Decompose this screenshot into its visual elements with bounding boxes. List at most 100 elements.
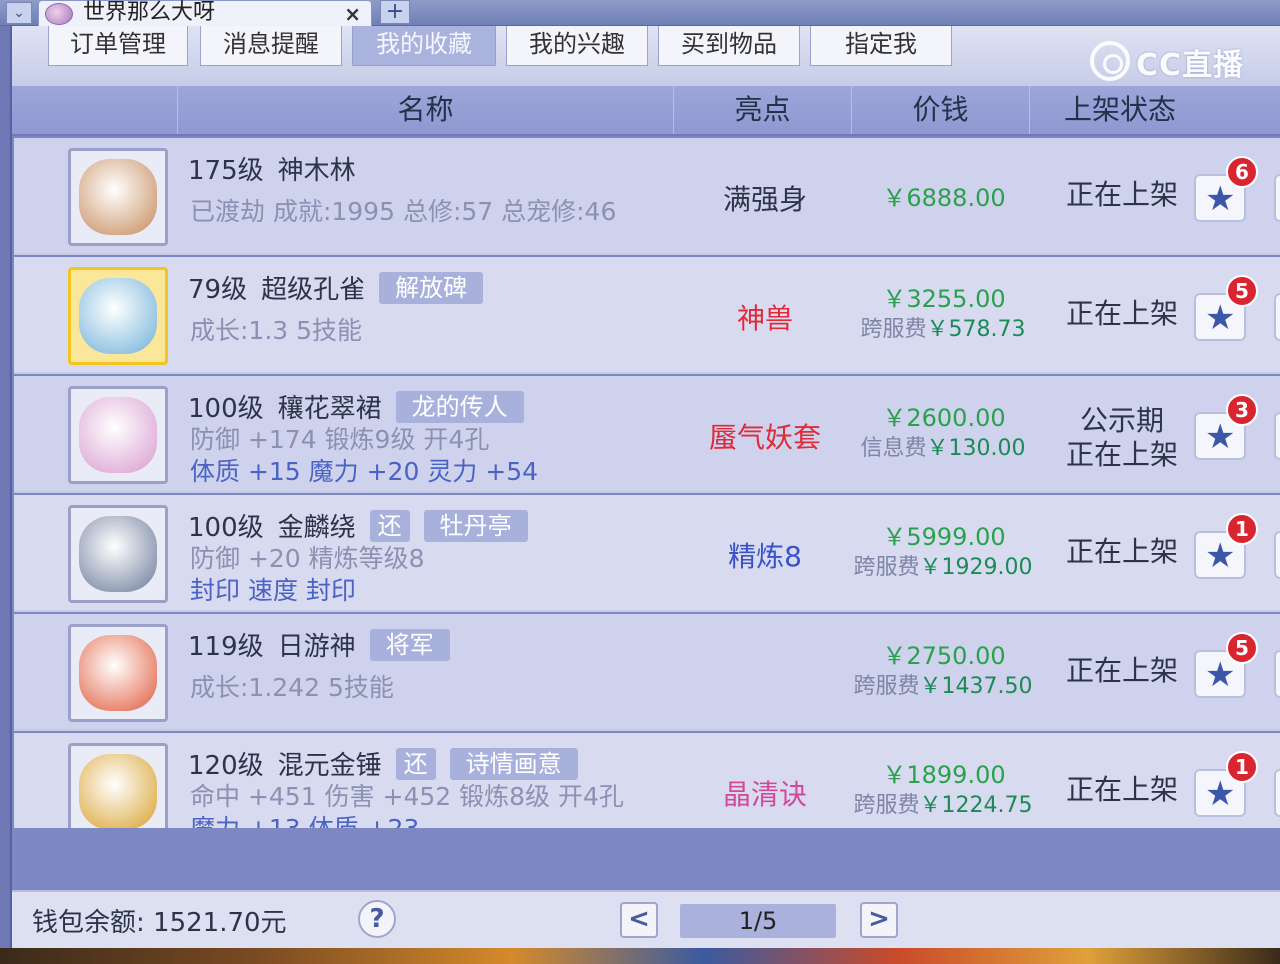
game-hotbar-strip: [0, 948, 1280, 964]
cc-live-watermark-logo: CC直播: [1089, 40, 1244, 83]
service-fee: 信息费￥130.00: [848, 430, 1038, 462]
item-price: ￥6888.00: [882, 184, 1006, 212]
header-name[interactable]: 名称: [178, 86, 674, 134]
demon-mask-pet-icon[interactable]: [68, 624, 168, 722]
header-status[interactable]: 上架状态: [1030, 86, 1210, 134]
tab-my-interests[interactable]: 我的兴趣: [506, 26, 648, 66]
favorite-count-badge: 5: [1226, 275, 1258, 307]
new-tab-plus-icon[interactable]: +: [380, 0, 410, 24]
row-action-button-edge[interactable]: [1274, 531, 1280, 579]
item-tag: 龙的传人: [395, 391, 524, 423]
favorite-count-badge: 3: [1226, 394, 1258, 426]
status-text: 正在上架: [1065, 654, 1178, 687]
tab-menu-chevron-icon[interactable]: ⌄: [6, 2, 32, 24]
service-fee: 跨服费￥1929.00: [848, 549, 1038, 581]
row-action-button-edge[interactable]: [1274, 769, 1280, 817]
item-extra-attributes: 魔力 +13 体质 +23: [190, 809, 419, 828]
status-text-secondary: 正在上架: [1065, 438, 1178, 471]
item-image: [79, 159, 157, 235]
tab-message-reminder[interactable]: 消息提醒: [200, 26, 342, 66]
table-row[interactable]: 119级 日游神 将军 成长:1.242 5技能 ￥2750.00 跨服费￥1437.50…: [14, 614, 1280, 731]
star-icon: ★: [1205, 298, 1236, 338]
tab-order-management[interactable]: 订单管理: [48, 26, 188, 66]
status-text: 正在上架: [1065, 178, 1178, 211]
item-image: [79, 635, 157, 711]
item-attributes: 成长:1.242 5技能: [190, 673, 394, 702]
browser-tab[interactable]: 世界那么大呀 ×: [38, 0, 372, 28]
peacock-pet-icon[interactable]: [68, 267, 168, 365]
item-price: ￥1899.00: [882, 761, 1006, 789]
sub-tab-bar: 订单管理 消息提醒 我的收藏 我的兴趣 买到物品 指定我 CC直播: [12, 26, 1280, 86]
favorite-count-badge: 5: [1226, 632, 1258, 664]
browser-tab-strip: ⌄ 世界那么大呀 × +: [0, 0, 1280, 28]
listing-status: 正在上架: [1034, 654, 1210, 688]
item-tag: 牡丹亭: [423, 510, 528, 542]
listing-status: 正在上架: [1034, 297, 1210, 331]
item-price: ￥5999.00: [882, 523, 1006, 551]
service-fee: 跨服费￥578.73: [848, 311, 1038, 343]
ring-icon[interactable]: [68, 505, 168, 603]
tab-title: 世界那么大呀: [83, 0, 216, 25]
status-text: 正在上架: [1065, 297, 1178, 330]
item-name: 日游神: [277, 632, 356, 662]
fee-label: 跨服费: [860, 317, 927, 342]
character-portrait-icon[interactable]: [68, 148, 168, 246]
item-highlight: 满强身: [722, 183, 807, 216]
item-price: ￥2750.00: [882, 642, 1006, 670]
skirt-armor-icon[interactable]: [68, 386, 168, 484]
favorite-button[interactable]: ★ 1: [1194, 751, 1258, 817]
close-icon[interactable]: ×: [344, 2, 361, 26]
wallet-value: 1521.70元: [153, 908, 287, 938]
item-tag: 还: [369, 510, 410, 542]
favorite-count-badge: 6: [1226, 156, 1258, 188]
star-icon: ★: [1205, 774, 1236, 814]
table-row[interactable]: 100级 穰花翠裙 龙的传人 防御 +174 锻炼9级 开4孔 体质 +15 魔力 +2…: [14, 376, 1280, 493]
listing-status: 正在上架: [1034, 773, 1210, 807]
item-level: 79级: [188, 275, 248, 305]
help-icon[interactable]: ?: [358, 900, 396, 938]
table-row[interactable]: 175级 神木林 已渡劫 成就:1995 总修:57 总宠修:46 满强身 ￥6888.…: [14, 138, 1280, 255]
golden-hammer-icon[interactable]: [68, 743, 168, 828]
table-row[interactable]: 79级 超级孔雀 解放碑 成长:1.3 5技能 神兽 ￥3255.00 跨服费￥578.73…: [14, 257, 1280, 374]
row-action-button-edge[interactable]: [1274, 650, 1280, 698]
item-level: 175级: [188, 156, 264, 186]
tab-designated-to-me[interactable]: 指定我: [810, 26, 952, 66]
row-action-button-edge[interactable]: [1274, 412, 1280, 460]
header-highlight[interactable]: 亮点: [674, 86, 852, 134]
favorite-count-badge: 1: [1226, 513, 1258, 545]
favorite-count-badge: 1: [1226, 751, 1258, 783]
header-blank: [12, 86, 178, 134]
row-action-button-edge[interactable]: [1274, 174, 1280, 222]
next-page-button[interactable]: >: [860, 902, 898, 938]
trade-panel: 订单管理 消息提醒 我的收藏 我的兴趣 买到物品 指定我 CC直播 名称 亮点 …: [10, 26, 1280, 948]
item-tag: 将军: [369, 629, 450, 661]
service-fee: 跨服费￥1437.50: [848, 668, 1038, 700]
cc-logo-icon: [1089, 41, 1130, 81]
fee-label: 跨服费: [853, 674, 920, 699]
fee-amount: ￥130.00: [926, 436, 1026, 461]
prev-page-button[interactable]: <: [620, 902, 658, 938]
table-row[interactable]: 100级 金麟绕还牡丹亭 防御 +20 精炼等级8 封印 速度 封印 精炼8 ￥5999.…: [14, 495, 1280, 612]
item-title: 79级 超级孔雀 解放碑: [188, 269, 484, 306]
item-highlight: 神兽: [736, 302, 793, 335]
favorite-button[interactable]: ★ 5: [1194, 632, 1258, 698]
fee-amount: ￥1437.50: [919, 674, 1033, 699]
listing-status: 正在上架: [1034, 535, 1210, 569]
tab-purchased-items[interactable]: 买到物品: [658, 26, 800, 66]
header-price[interactable]: 价钱: [852, 86, 1030, 134]
item-image: [79, 397, 157, 473]
item-title: 119级 日游神 将军: [188, 626, 450, 663]
favorite-button[interactable]: ★ 3: [1194, 394, 1258, 460]
favorite-button[interactable]: ★ 5: [1194, 275, 1258, 341]
item-image: [79, 754, 157, 828]
item-extra-attributes: 封印 速度 封印: [190, 576, 356, 605]
table-row[interactable]: 120级混元金锤还诗情画意命中 +451 伤害 +452 锻炼8级 开4孔魔力 …: [14, 733, 1280, 828]
item-extra-attributes: 体质 +15 魔力 +20 灵力 +54: [190, 457, 539, 486]
row-action-button-edge[interactable]: [1274, 293, 1280, 341]
favorite-button[interactable]: ★ 1: [1194, 513, 1258, 579]
star-icon: ★: [1205, 536, 1236, 576]
favorite-button[interactable]: ★ 6: [1194, 156, 1258, 222]
fee-amount: ￥1929.00: [919, 555, 1033, 580]
tab-my-favorites[interactable]: 我的收藏: [352, 26, 496, 66]
item-image: [79, 516, 157, 592]
